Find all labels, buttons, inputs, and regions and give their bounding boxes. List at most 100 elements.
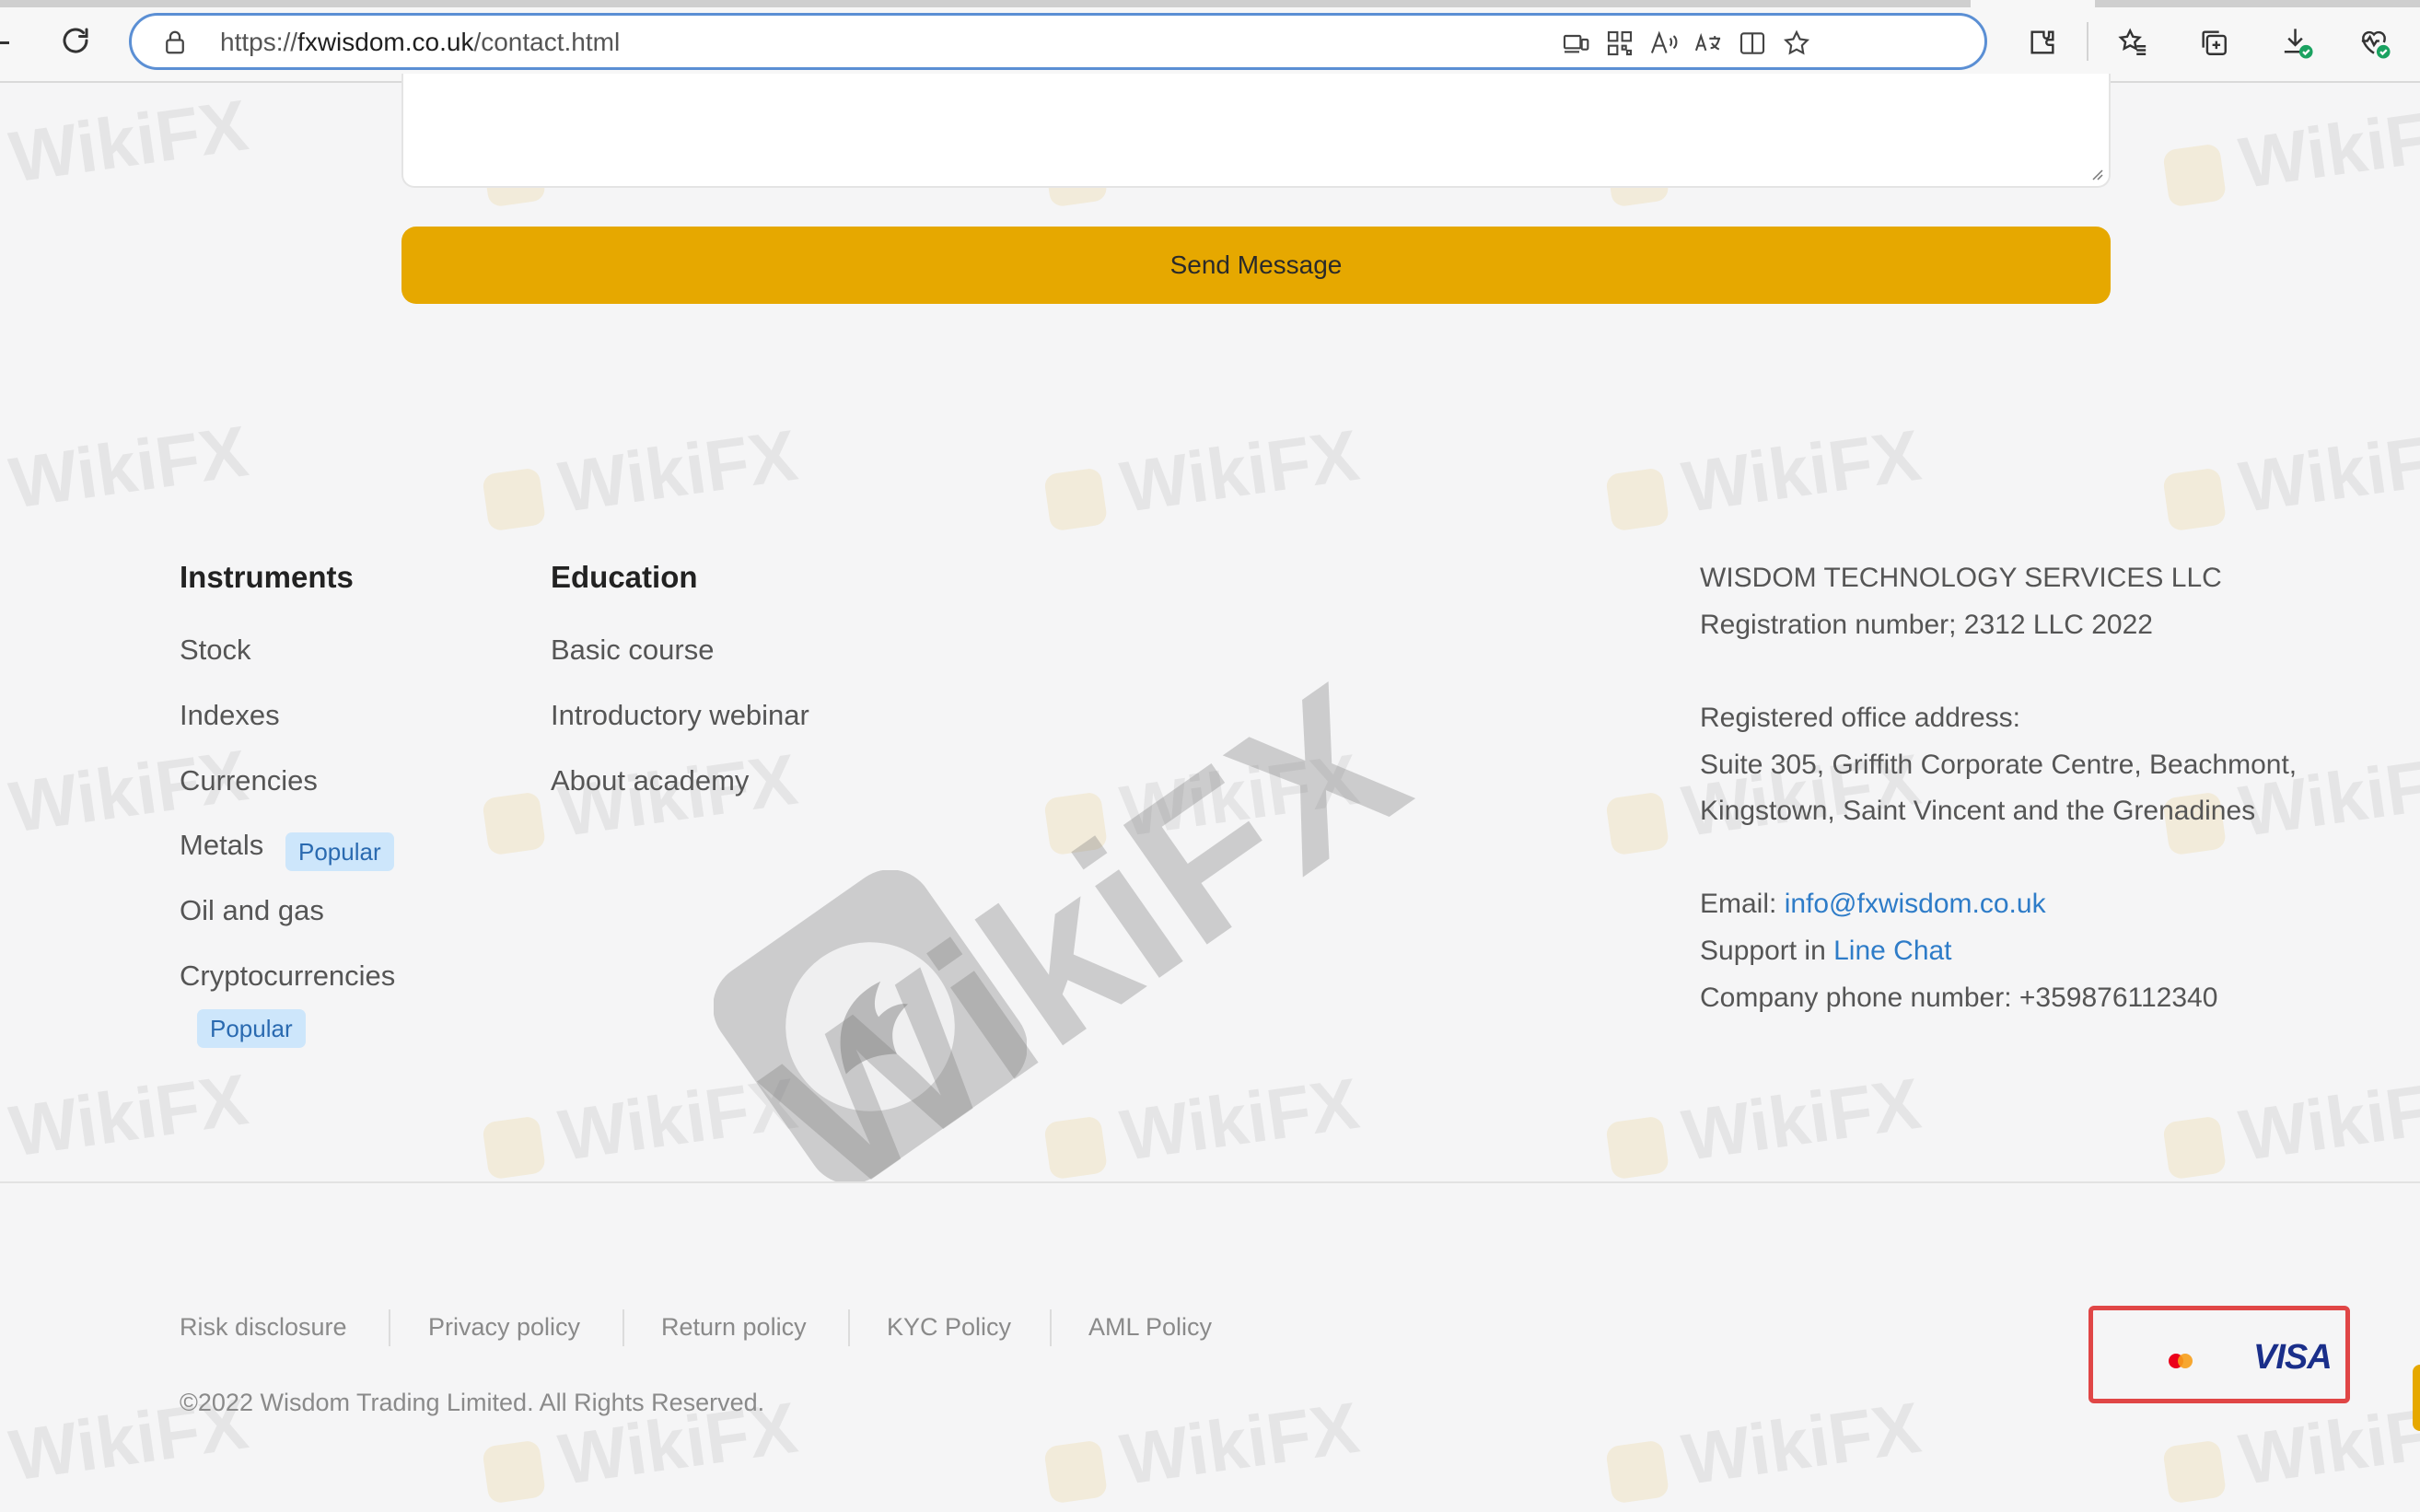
favorites-icon[interactable]	[2114, 24, 2151, 61]
watermark-logo-icon	[1043, 791, 1109, 856]
link-return-policy[interactable]: Return policy	[661, 1313, 807, 1342]
policy-separator	[1050, 1309, 1052, 1346]
watermark-logo-icon	[1043, 1115, 1109, 1181]
watermark: WikiFX	[2159, 89, 2420, 216]
watermark-logo-icon	[1605, 467, 1670, 532]
watermark: WikiFX	[2159, 413, 2420, 541]
collections-icon[interactable]	[2195, 24, 2232, 61]
visa-icon: VISA	[2253, 1338, 2333, 1377]
back-button-stub[interactable]	[0, 41, 9, 44]
url-scheme: https://	[220, 28, 298, 56]
watermark-text: WikiFX	[2234, 89, 2420, 204]
side-chat-tab[interactable]	[2413, 1365, 2420, 1431]
office-address-label: Registered office address:	[1700, 703, 2020, 733]
watermark-logo-icon	[1605, 1115, 1670, 1181]
watermark: WikiFX	[5, 83, 252, 199]
watermark: WikiFX	[5, 409, 252, 525]
lock-icon[interactable]	[161, 29, 189, 56]
favorite-star-icon[interactable]	[1780, 27, 1813, 60]
translate-icon[interactable]	[1692, 27, 1725, 60]
resize-grip-icon[interactable]	[2088, 166, 2103, 180]
page-content: WikiFX WikiFX WikiFX WikiFX WikiFX WikiF…	[0, 74, 2420, 1508]
policy-separator	[622, 1309, 624, 1346]
watermark-large: WikiFX	[728, 637, 1445, 1241]
company-phone: Company phone number: +359876112340	[1700, 983, 2218, 1013]
link-indexes[interactable]: Indexes	[180, 699, 280, 732]
watermark: WikiFX	[1602, 1386, 1926, 1512]
email-label: Email:	[1700, 889, 1785, 919]
send-message-button[interactable]: Send Message	[401, 227, 2111, 304]
app-available-icon[interactable]	[1559, 27, 1592, 60]
link-aml-policy[interactable]: AML Policy	[1088, 1313, 1212, 1342]
watermark-logo-icon	[1605, 791, 1670, 856]
link-currencies[interactable]: Currencies	[180, 764, 318, 797]
watermark-eagle-logo-icon	[714, 870, 1027, 1183]
watermark: WikiFX	[479, 738, 802, 865]
watermark: WikiFX	[1041, 1386, 1364, 1512]
popular-badge: Popular	[197, 1009, 306, 1048]
watermark-text: WikiFX	[1677, 1386, 1926, 1500]
footer-divider	[0, 1181, 2420, 1183]
watermark-logo-icon	[482, 467, 547, 532]
address-line-1: Suite 305, Griffith Corporate Centre, Be…	[1700, 750, 2298, 780]
line-chat-link[interactable]: Line Chat	[1833, 936, 1951, 966]
instruments-heading: Instruments	[180, 560, 354, 594]
watermark: WikiFX	[1041, 1062, 1364, 1189]
watermark-text: WikiFX	[730, 640, 1443, 1239]
link-stock[interactable]: Stock	[180, 634, 251, 667]
split-screen-icon[interactable]	[1736, 27, 1769, 60]
link-risk-disclosure[interactable]: Risk disclosure	[180, 1313, 347, 1342]
popular-badge: Popular	[285, 832, 394, 871]
qr-code-icon[interactable]	[1603, 27, 1636, 60]
watermark: WikiFX	[1602, 1062, 1926, 1189]
watermark: WikiFX	[1041, 413, 1364, 541]
watermark-text: WikiFX	[1677, 413, 1926, 528]
watermark-text: WikiFX	[1677, 1062, 1926, 1176]
link-kyc-policy[interactable]: KYC Policy	[887, 1313, 1011, 1342]
url-text[interactable]: https://fxwisdom.co.uk/contact.html	[220, 28, 620, 57]
tab-strip-right	[2095, 0, 2420, 7]
watermark-text: WikiFX	[553, 413, 802, 528]
link-metals[interactable]: Metals	[180, 829, 263, 862]
link-basic-course[interactable]: Basic course	[551, 634, 714, 667]
downloads-icon[interactable]	[2278, 24, 2315, 61]
watermark-logo-icon	[2162, 467, 2228, 532]
link-oil-and-gas[interactable]: Oil and gas	[180, 894, 324, 927]
mastercard-icon	[2169, 1354, 2193, 1368]
company-name: WISDOM TECHNOLOGY SERVICES LLC	[1700, 563, 2222, 593]
reload-icon[interactable]	[55, 20, 96, 61]
watermark-text: WikiFX	[2234, 413, 2420, 528]
browser-toolbar: https://fxwisdom.co.uk/contact.html	[0, 0, 2420, 83]
watermark: WikiFX	[2159, 1386, 2420, 1512]
link-about-academy[interactable]: About academy	[551, 764, 749, 797]
toolbar-separator	[2087, 22, 2088, 61]
watermark: WikiFX	[1602, 413, 1926, 541]
copyright: ©2022 Wisdom Trading Limited. All Rights…	[180, 1389, 765, 1416]
watermark-text: WikiFX	[1115, 413, 1364, 528]
message-textarea[interactable]	[401, 74, 2111, 188]
watermark-text: WikiFX	[1115, 1386, 1364, 1500]
watermark: WikiFX	[5, 1057, 252, 1173]
registration-number: Registration number; 2312 LLC 2022	[1700, 610, 2153, 640]
support-label: Support in	[1700, 936, 1834, 966]
link-privacy-policy[interactable]: Privacy policy	[428, 1313, 580, 1342]
support-row: Support in Line Chat	[1700, 935, 1952, 968]
address-bar[interactable]: https://fxwisdom.co.uk/contact.html	[129, 13, 1987, 70]
watermark-logo-icon	[2162, 1115, 2228, 1181]
email-link[interactable]: info@fxwisdom.co.uk	[1785, 889, 2046, 919]
link-cryptocurrencies[interactable]: Cryptocurrencies	[180, 960, 395, 993]
watermark-text: WikiFX	[5, 84, 253, 198]
tab-strip	[0, 0, 1971, 7]
read-aloud-icon[interactable]	[1647, 27, 1681, 60]
policy-separator	[848, 1309, 850, 1346]
watermark-logo-icon	[1605, 1439, 1670, 1505]
policy-separator	[389, 1309, 390, 1346]
watermark: WikiFX	[479, 413, 802, 541]
watermark-logo-icon	[1043, 467, 1109, 532]
watermark-text: WikiFX	[553, 1062, 802, 1176]
watermark-logo-icon	[2162, 143, 2228, 208]
browser-essentials-icon[interactable]	[2356, 24, 2392, 61]
link-introductory-webinar[interactable]: Introductory webinar	[551, 699, 809, 732]
extensions-icon[interactable]	[2024, 24, 2061, 61]
watermark-text: WikiFX	[5, 1058, 253, 1172]
